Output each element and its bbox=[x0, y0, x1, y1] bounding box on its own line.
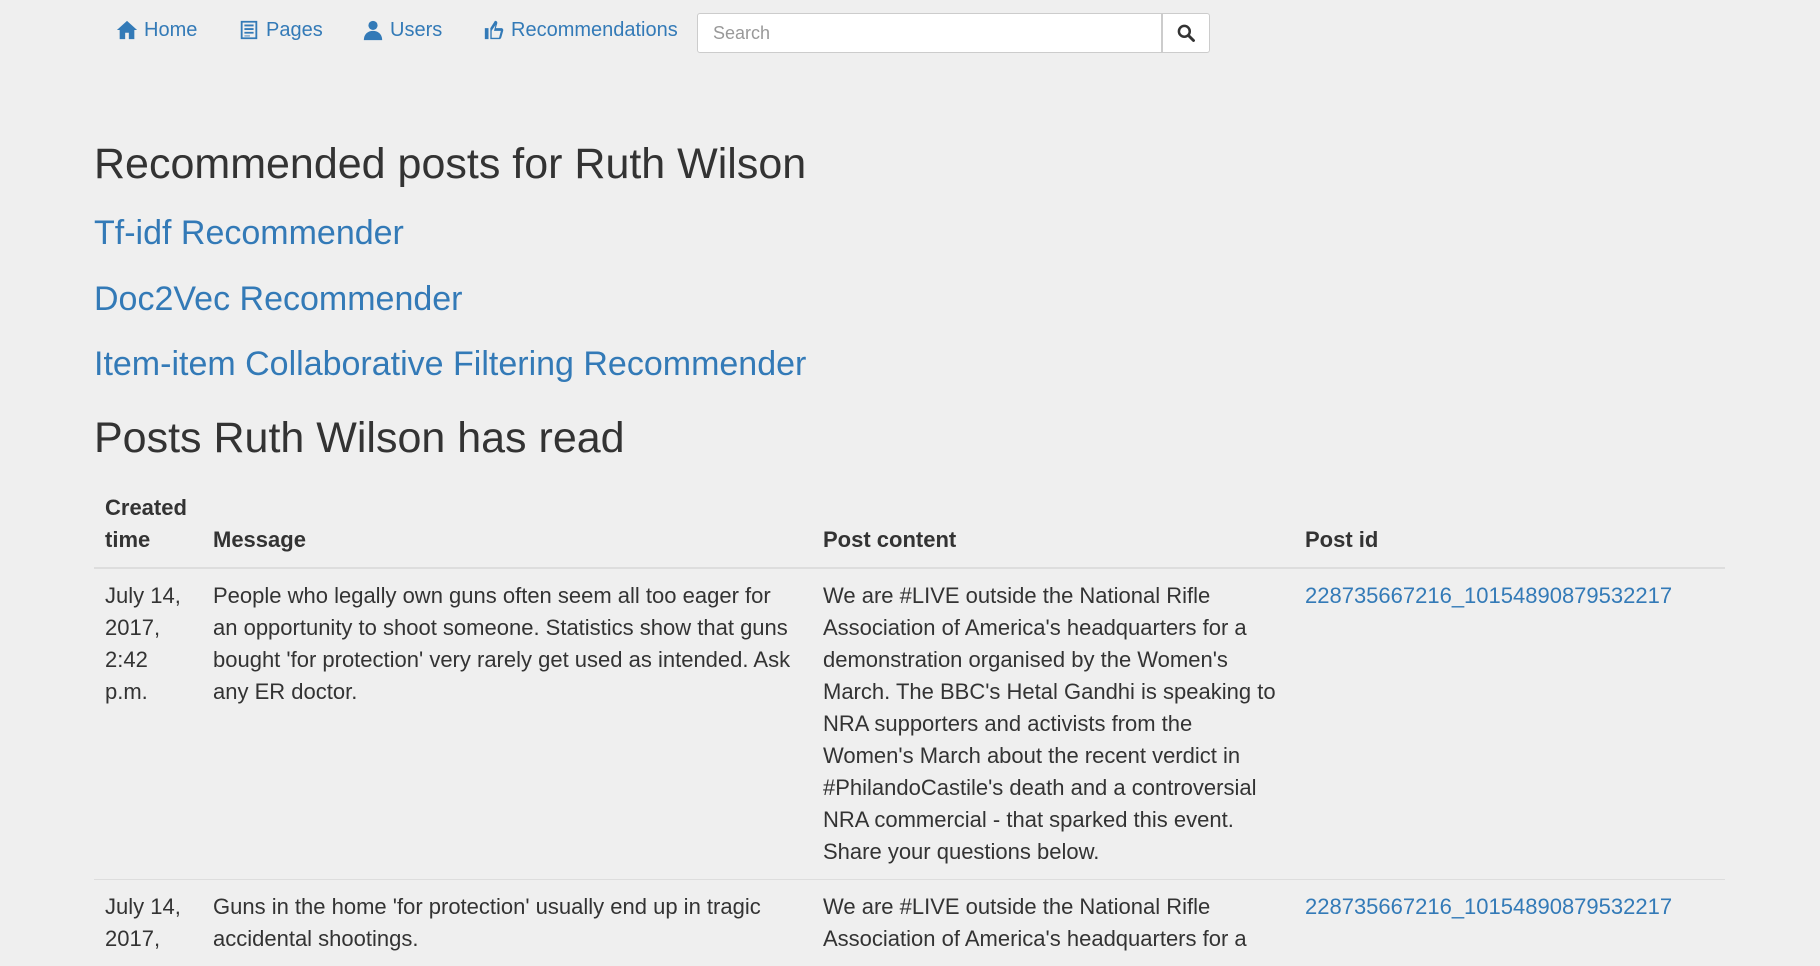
search-input[interactable] bbox=[697, 13, 1162, 53]
list-icon bbox=[238, 19, 260, 41]
read-posts-title: Posts Ruth Wilson has read bbox=[94, 414, 625, 463]
nav-recommendations-label: Recommendations bbox=[511, 19, 678, 42]
table-row: July 14, 2017, 2:42 p.m. People who lega… bbox=[94, 568, 1725, 880]
nav-recommendations-link[interactable]: Recommendations bbox=[483, 16, 678, 44]
table-row: July 14, 2017, Guns in the home 'for pro… bbox=[94, 880, 1725, 966]
post-id-link[interactable]: 228735667216_10154890879532217 bbox=[1305, 894, 1672, 919]
read-posts-table: Createdtime Message Post content Post id… bbox=[94, 488, 1725, 966]
top-navbar: Home Pages Users Recommendations bbox=[0, 0, 1820, 66]
item-item-cf-recommender-link[interactable]: Item-item Collaborative Filtering Recomm… bbox=[94, 345, 806, 384]
nav-pages-label: Pages bbox=[266, 19, 323, 42]
header-created-time: Createdtime bbox=[94, 488, 202, 568]
header-post-content: Post content bbox=[812, 488, 1294, 568]
user-icon bbox=[362, 19, 384, 41]
post-id-link[interactable]: 228735667216_10154890879532217 bbox=[1305, 583, 1672, 608]
header-message: Message bbox=[202, 488, 812, 568]
page-title: Recommended posts for Ruth Wilson bbox=[94, 140, 806, 189]
created-time-cell: July 14, 2017, bbox=[94, 880, 202, 966]
thumbs-up-icon bbox=[483, 19, 505, 41]
search-icon bbox=[1176, 23, 1196, 43]
home-icon bbox=[116, 19, 138, 41]
table-header-row: Createdtime Message Post content Post id bbox=[94, 488, 1725, 568]
created-time-cell: July 14, 2017, 2:42 p.m. bbox=[94, 568, 202, 880]
search-button[interactable] bbox=[1162, 13, 1210, 53]
post-content-cell: We are #LIVE outside the National Rifle … bbox=[812, 568, 1294, 880]
nav-users-link[interactable]: Users bbox=[362, 16, 442, 44]
nav-pages-link[interactable]: Pages bbox=[238, 16, 323, 44]
nav-home-label: Home bbox=[144, 19, 197, 42]
header-post-id: Post id bbox=[1294, 488, 1725, 568]
nav-users-label: Users bbox=[390, 19, 442, 42]
message-cell: Guns in the home 'for protection' usuall… bbox=[202, 880, 812, 966]
post-id-cell: 228735667216_10154890879532217 bbox=[1294, 568, 1725, 880]
doc2vec-recommender-link[interactable]: Doc2Vec Recommender bbox=[94, 280, 463, 319]
tfidf-recommender-link[interactable]: Tf-idf Recommender bbox=[94, 214, 404, 253]
post-id-cell: 228735667216_10154890879532217 bbox=[1294, 880, 1725, 966]
nav-home-link[interactable]: Home bbox=[116, 16, 197, 44]
post-content-cell: We are #LIVE outside the National Rifle … bbox=[812, 880, 1294, 966]
message-cell: People who legally own guns often seem a… bbox=[202, 568, 812, 880]
